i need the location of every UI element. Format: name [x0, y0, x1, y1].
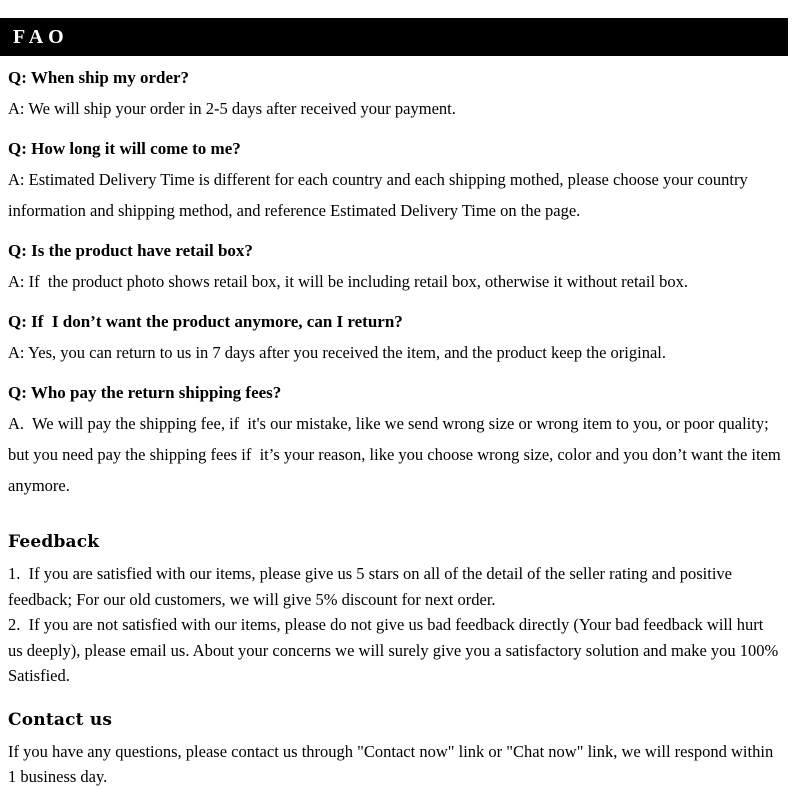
faq-item: Q: Who pay the return shipping fees? A. … [8, 377, 782, 501]
faq-answer: A: If the product photo shows retail box… [8, 272, 689, 291]
faq-question: Q: When ship my order? [8, 68, 190, 87]
faq-item: Q: When ship my order? A: We will ship y… [8, 62, 782, 124]
faq-item: Q: If I don’t want the product anymore, … [8, 306, 782, 368]
faq-answer: A: We will ship your order in 2-5 days a… [8, 99, 456, 118]
contact-section: Contact us If you have any questions, pl… [8, 707, 782, 790]
feedback-item: 1. If you are satisfied with our items, … [8, 564, 737, 609]
faq-question: Q: Who pay the return shipping fees? [8, 383, 282, 402]
feedback-item: 2. If you are not satisfied with our ite… [8, 615, 783, 685]
faq-question: Q: Is the product have retail box? [8, 241, 253, 260]
faq-page: FAO Q: When ship my order? A: We will sh… [0, 0, 800, 786]
faq-header-bar: FAO [0, 18, 788, 56]
feedback-section: Feedback 1. If you are satisfied with ou… [8, 529, 782, 689]
faq-question: Q: If I don’t want the product anymore, … [8, 312, 403, 331]
faq-answer: A: Yes, you can return to us in 7 days a… [8, 343, 666, 362]
faq-content: Q: When ship my order? A: We will ship y… [0, 62, 790, 790]
contact-body: If you have any questions, please contac… [8, 741, 778, 787]
faq-question: Q: How long it will come to me? [8, 139, 241, 158]
faq-answer: A. We will pay the shipping fee, if it's… [8, 414, 785, 495]
contact-heading: Contact us [8, 709, 113, 730]
faq-item: Q: Is the product have retail box? A: If… [8, 235, 782, 297]
faq-header-title: FAO [13, 26, 69, 48]
faq-item: Q: How long it will come to me? A: Estim… [8, 133, 782, 226]
feedback-heading: Feedback [8, 532, 100, 552]
faq-answer: A: Estimated Delivery Time is different … [8, 170, 752, 220]
